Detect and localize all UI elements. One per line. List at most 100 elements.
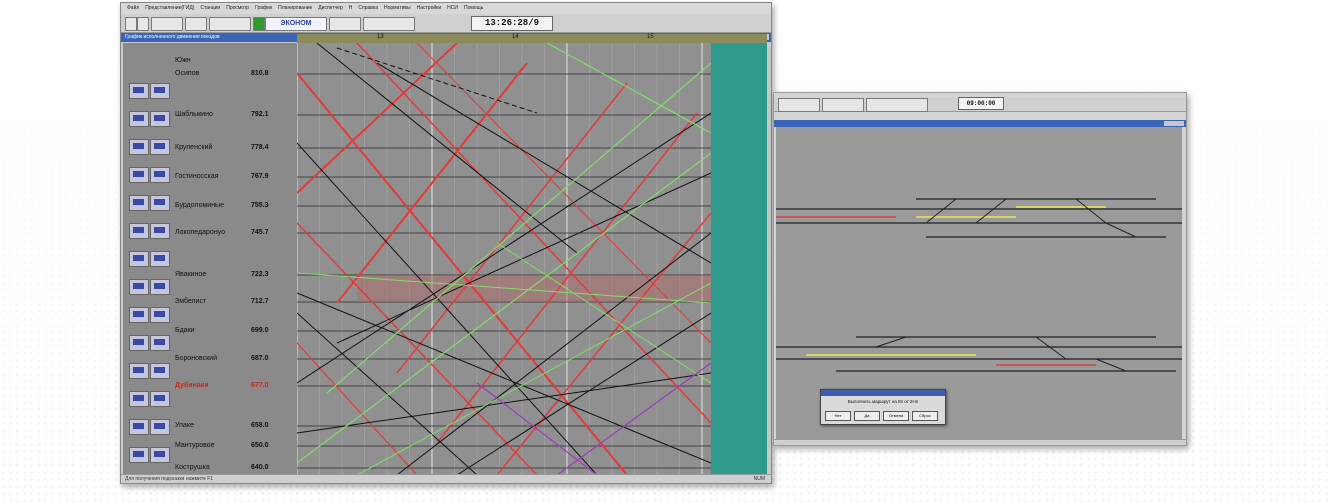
station-row[interactable]: Кострушка 640.0 (175, 463, 295, 473)
scheme-toolbar: 09:00:00 (774, 97, 1186, 112)
track-scheme[interactable]: Выполнить маршрут на 8п от 2Нп Нет Да От… (776, 127, 1182, 439)
track-segment (1095, 358, 1127, 372)
train-path (546, 43, 711, 134)
semaphore-icon[interactable] (129, 139, 149, 155)
semaphore-icon[interactable] (129, 419, 149, 435)
view-buttons-icon[interactable] (209, 17, 251, 31)
station-row[interactable]: Крупенский 778.4 (175, 143, 295, 153)
econom-button[interactable]: ЭКОНОМ (265, 17, 327, 31)
semaphore-icon[interactable] (129, 195, 149, 211)
semaphore-icon[interactable] (129, 111, 149, 127)
semaphore-icon[interactable] (150, 447, 170, 463)
menu-item[interactable]: Нормативы (384, 5, 411, 11)
scheme-window-controls[interactable] (1164, 121, 1184, 126)
back-icon[interactable] (125, 17, 137, 31)
semaphore-icon-fill (133, 255, 144, 261)
green-mode-icon[interactable] (253, 17, 265, 31)
station-name: Шаблыкино (175, 111, 213, 118)
station-km: 699.0 (251, 327, 269, 334)
semaphore-icon[interactable] (129, 391, 149, 407)
semaphore-icon-fill (154, 87, 165, 93)
semaphore-icon-fill (133, 227, 144, 233)
semaphore-icon[interactable] (150, 307, 170, 323)
semaphore-icon-fill (154, 255, 165, 261)
semaphore-icon[interactable] (150, 363, 170, 379)
semaphore-icon[interactable] (150, 111, 170, 127)
menu-item[interactable]: Файл (127, 5, 139, 11)
train-graph-grid[interactable] (297, 43, 711, 475)
station-name: Гостиносская (175, 173, 219, 180)
semaphore-icon[interactable] (150, 195, 170, 211)
dialog-reset-button[interactable]: Сброс (912, 411, 938, 421)
dialog-no-button[interactable]: Нет (825, 411, 851, 421)
semaphore-icon-fill (154, 367, 165, 373)
menu-item[interactable]: Планирование (278, 5, 312, 11)
semaphore-icon[interactable] (150, 391, 170, 407)
semaphore-icon-fill (133, 115, 144, 121)
station-row[interactable]: Гостиносская 767.9 (175, 172, 295, 182)
nav-arrows-icon[interactable] (363, 17, 415, 31)
station-row[interactable]: Явакиное 722.3 (175, 270, 295, 280)
station-row[interactable]: Мантуровое 650.0 (175, 441, 295, 451)
station-row[interactable]: Осипов 810.8 (175, 69, 295, 79)
menu-item[interactable]: Станции (200, 5, 220, 11)
station-km: 658.0 (251, 422, 269, 429)
station-row[interactable]: Бурдоломиные 755.3 (175, 201, 295, 211)
semaphore-icon[interactable] (129, 307, 149, 323)
station-row[interactable]: Упаке 658.0 (175, 421, 295, 431)
semaphore-icon[interactable] (150, 335, 170, 351)
track-segment (1075, 198, 1107, 224)
station-row[interactable]: Бдаки 699.0 (175, 326, 295, 336)
semaphore-icon[interactable] (150, 83, 170, 99)
semaphore-icon[interactable] (150, 139, 170, 155)
semaphore-icon[interactable] (150, 419, 170, 435)
list-header: Южн (175, 57, 191, 64)
menu-item[interactable]: Диспетчер (318, 5, 342, 11)
menu-item[interactable]: Настройки (417, 5, 442, 11)
semaphore-icon[interactable] (150, 251, 170, 267)
station-km: 722.3 (251, 271, 269, 278)
status-bar: Для получения подсказки нажмите F1 NUM (121, 474, 771, 483)
semaphore-icon[interactable] (129, 223, 149, 239)
menu-item[interactable]: Помощь (464, 5, 483, 11)
scheme-view-icon[interactable] (822, 98, 864, 112)
menu-item[interactable]: Н (349, 5, 353, 11)
semaphore-icon[interactable] (129, 83, 149, 99)
semaphore-icon-fill (154, 143, 165, 149)
scheme-nav-icon[interactable] (866, 98, 928, 112)
semaphore-icon[interactable] (150, 223, 170, 239)
station-list: Южн Осипов 810.8 Шаблыкино 792.1 Крупенский 7… (123, 43, 297, 475)
status-text: Для получения подсказки нажмите F1 (125, 476, 214, 482)
semaphore-icon[interactable] (129, 363, 149, 379)
train-path (297, 342, 418, 475)
semaphore-icon[interactable] (129, 167, 149, 183)
station-row[interactable]: Дубинаки 677.0 (175, 381, 295, 391)
station-row[interactable]: Шаблыкино 792.1 (175, 110, 295, 120)
semaphore-icon[interactable] (150, 279, 170, 295)
semaphore-icon[interactable] (129, 447, 149, 463)
menu-item[interactable]: НСИ (447, 5, 458, 11)
semaphore-icon[interactable] (129, 251, 149, 267)
station-km: 687.0 (251, 355, 269, 362)
station-row[interactable]: Бороновский 687.0 (175, 354, 295, 364)
semaphore-icon[interactable] (129, 279, 149, 295)
tools-icon[interactable] (151, 17, 183, 31)
menu-item[interactable]: Справка (358, 5, 378, 11)
station-row[interactable]: Локопедаронуо 745.7 (175, 228, 295, 238)
semaphore-icon-fill (154, 171, 165, 177)
scheme-tools-icon[interactable] (778, 98, 820, 112)
semaphore-icon-fill (133, 423, 144, 429)
dialog-cancel-button[interactable]: Отмена (883, 411, 909, 421)
semaphore-icon[interactable] (129, 335, 149, 351)
page-icon[interactable] (137, 17, 149, 31)
semaphore-icon-fill (154, 283, 165, 289)
menu-item[interactable]: График (255, 5, 272, 11)
menu-item[interactable]: Представление(ГИД) (145, 5, 194, 11)
station-name: Кострушка (175, 464, 210, 471)
semaphore-icon[interactable] (150, 167, 170, 183)
station-row[interactable]: Змбелист 712.7 (175, 297, 295, 307)
print-icon[interactable] (329, 17, 361, 31)
dialog-yes-button[interactable]: Да (854, 411, 880, 421)
menu-item[interactable]: Просмотр (226, 5, 249, 11)
zoom-icon[interactable] (185, 17, 207, 31)
